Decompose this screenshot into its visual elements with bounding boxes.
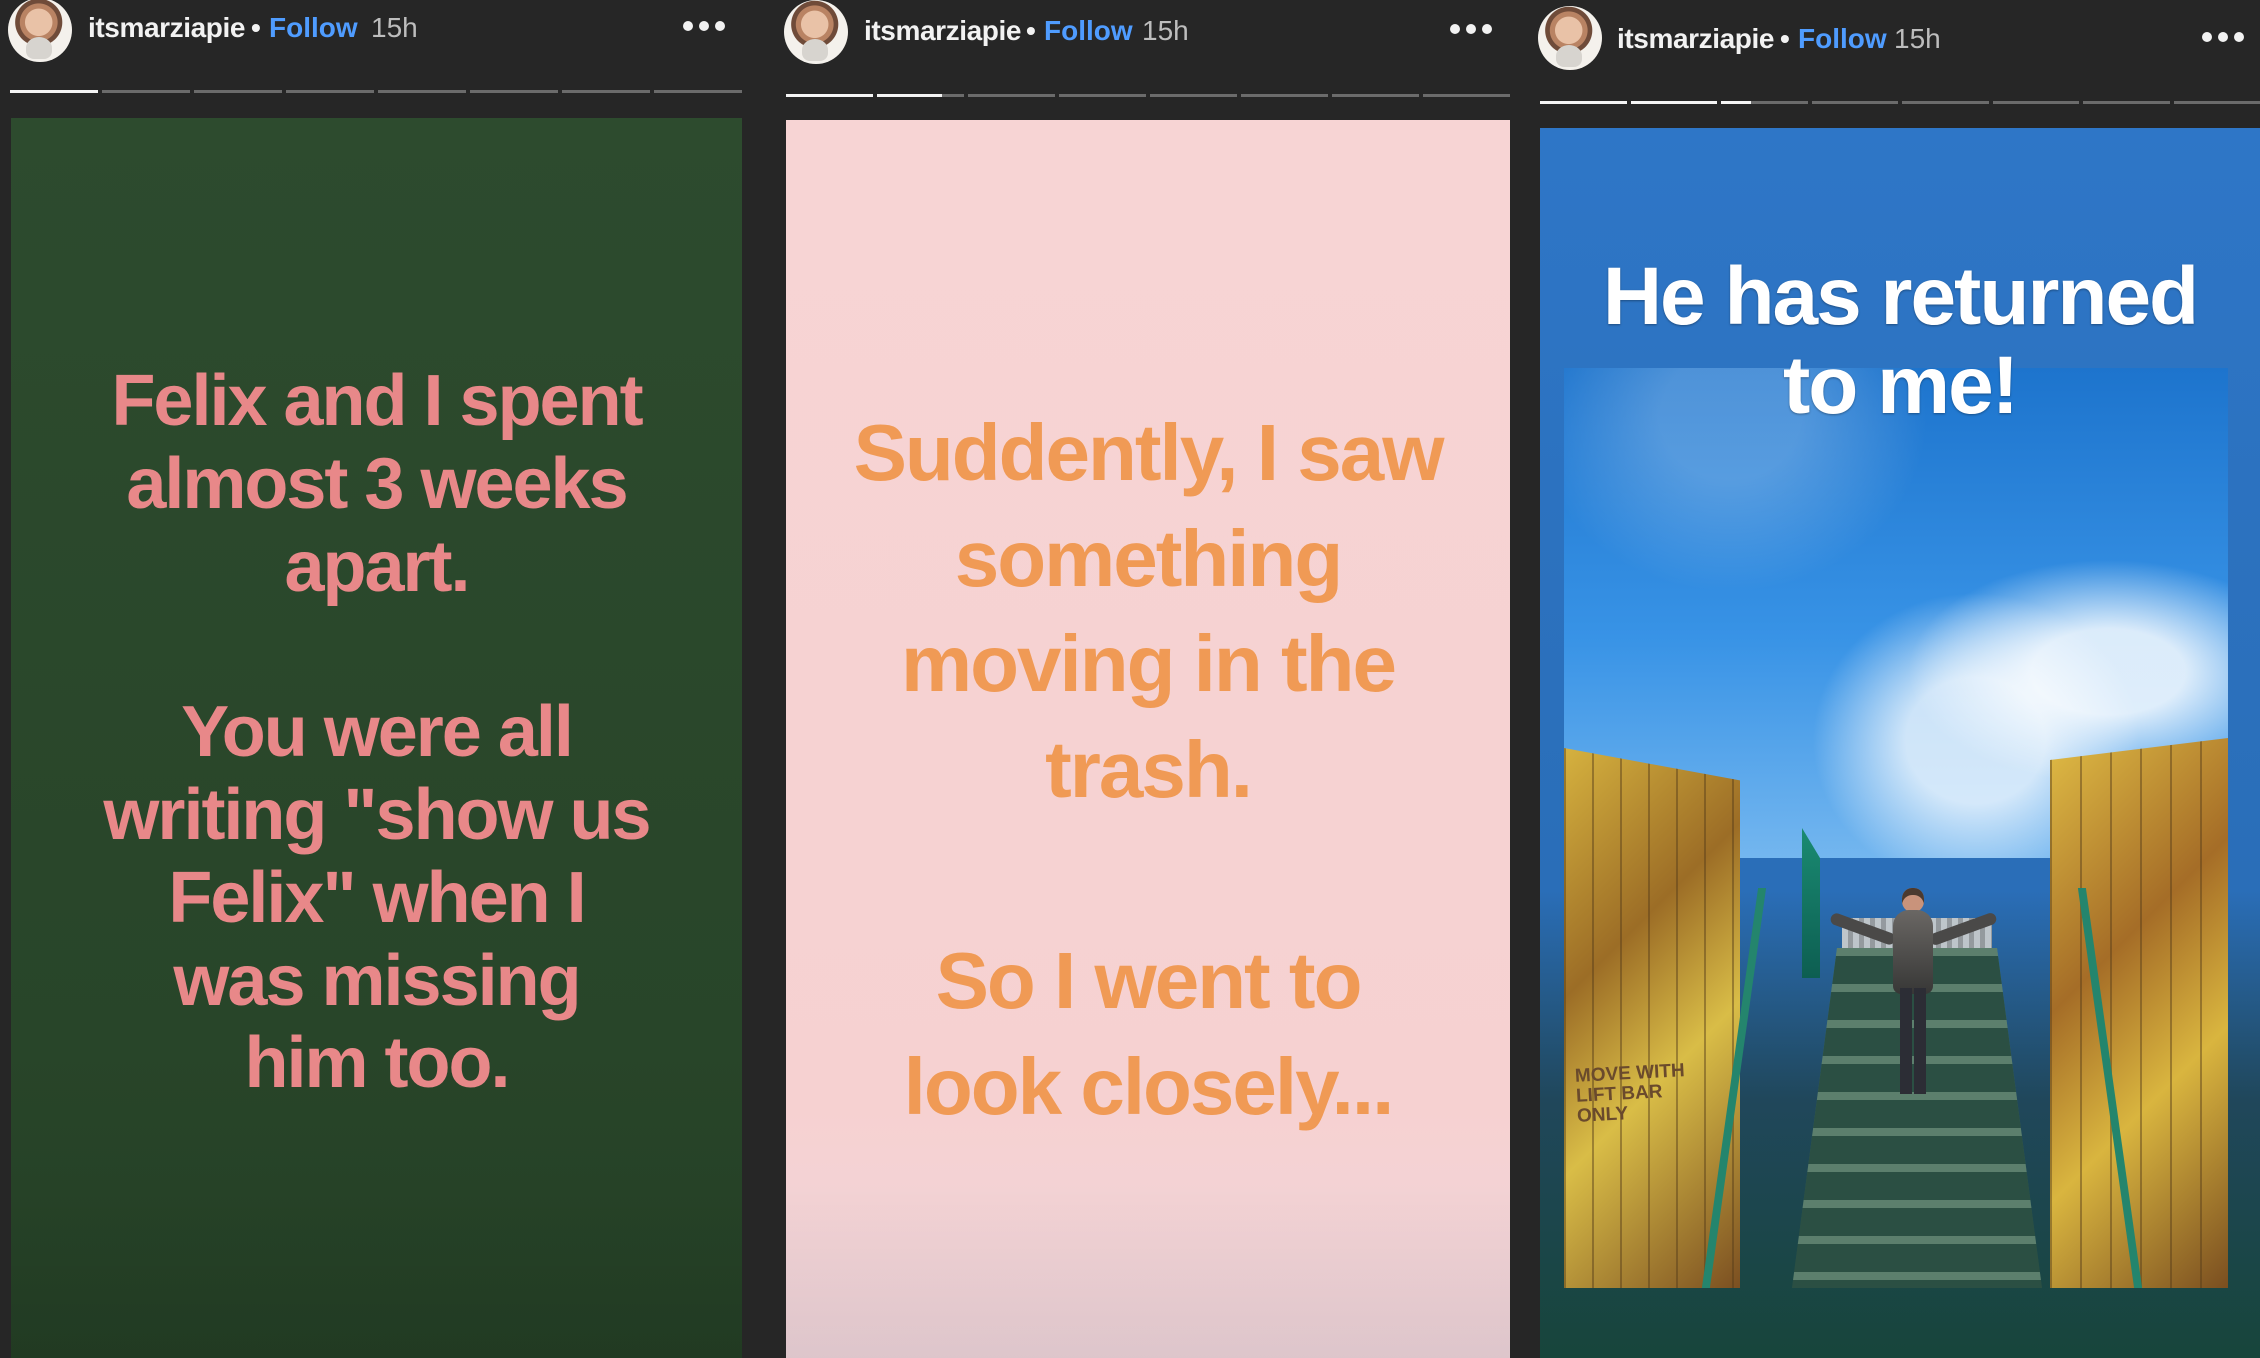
progress-fill — [1630, 101, 1717, 104]
bottom-fade — [11, 1178, 742, 1358]
progress-fill — [1540, 101, 1627, 104]
timestamp: 15h — [1142, 15, 1189, 46]
progress-segment — [1332, 94, 1419, 97]
username[interactable]: itsmarziapie — [88, 12, 245, 44]
progress-segment — [378, 90, 466, 93]
story-header: itsmarziapie • Follow 15h — [1538, 0, 2260, 104]
progress-segment — [1150, 94, 1237, 97]
person-head — [1902, 888, 1924, 912]
timestamp: 15h — [1894, 23, 1941, 54]
avatar[interactable] — [784, 0, 848, 64]
progress-segment — [10, 90, 98, 93]
progress-segment — [1241, 94, 1328, 97]
progress-segment — [1721, 101, 1808, 104]
story-column-2: itsmarziapie • Follow 15h Suddently, I s… — [784, 0, 1510, 1358]
story-text: He has returned to me! — [1602, 251, 2199, 431]
story-progress — [10, 90, 742, 93]
person-body — [1893, 910, 1933, 994]
story-header: itsmarziapie • Follow 15h — [784, 0, 1510, 97]
story-progress — [1540, 101, 2260, 104]
follow-button[interactable]: Follow — [269, 12, 358, 44]
dot-separator: • — [1780, 23, 1790, 54]
story-text: Felix and I spent almost 3 weeks apart. … — [103, 361, 651, 1104]
progress-fill — [877, 94, 943, 97]
story-column-1: itsmarziapie • Follow 15h Felix and I sp… — [8, 0, 744, 1358]
story-card[interactable]: MOVE WITH LIFT BAR ONLY He has returned … — [1540, 128, 2260, 1358]
story-column-3: itsmarziapie • Follow 15h MOVE WITH LIFT… — [1538, 0, 2260, 1358]
progress-segment — [1811, 101, 1898, 104]
username[interactable]: itsmarziapie — [1617, 23, 1774, 55]
story-text: Suddently, I saw something moving in the… — [853, 408, 1445, 1131]
dot-separator: • — [251, 12, 261, 43]
progress-segment — [102, 90, 190, 93]
bottom-fade — [786, 1178, 1510, 1358]
story-card[interactable]: Felix and I spent almost 3 weeks apart. … — [11, 118, 742, 1358]
follow-button[interactable]: Follow — [1044, 15, 1133, 47]
dot-separator: • — [1026, 15, 1036, 46]
progress-segment — [286, 90, 374, 93]
more-horizontal-icon[interactable] — [683, 21, 727, 33]
progress-segment — [1540, 101, 1627, 104]
follow-button[interactable]: Follow — [1798, 23, 1887, 55]
progress-segment — [2083, 101, 2170, 104]
story-header: itsmarziapie • Follow 15h — [8, 0, 744, 93]
progress-segment — [1992, 101, 2079, 104]
progress-segment — [1630, 101, 1717, 104]
more-horizontal-icon[interactable] — [2202, 32, 2246, 44]
progress-segment — [194, 90, 282, 93]
username[interactable]: itsmarziapie — [864, 15, 1021, 47]
story-card[interactable]: Suddently, I saw something moving in the… — [786, 120, 1510, 1358]
more-horizontal-icon[interactable] — [1450, 24, 1494, 36]
progress-segment — [654, 90, 742, 93]
dumpster-sign: MOVE WITH LIFT BAR ONLY — [1574, 1060, 1686, 1127]
progress-segment — [1902, 101, 1989, 104]
progress-segment — [470, 90, 558, 93]
story-progress — [786, 94, 1510, 97]
timestamp: 15h — [371, 12, 418, 43]
progress-segment — [1423, 94, 1510, 97]
progress-segment — [1059, 94, 1146, 97]
progress-fill — [1721, 101, 1752, 104]
person — [1828, 888, 1998, 1118]
avatar[interactable] — [8, 0, 72, 62]
person-legs — [1900, 988, 1926, 1094]
progress-fill — [786, 94, 873, 97]
progress-segment — [562, 90, 650, 93]
progress-segment — [968, 94, 1055, 97]
progress-segment — [786, 94, 873, 97]
avatar[interactable] — [1538, 6, 1602, 70]
progress-segment — [2173, 101, 2260, 104]
progress-fill — [10, 90, 98, 93]
progress-segment — [877, 94, 964, 97]
